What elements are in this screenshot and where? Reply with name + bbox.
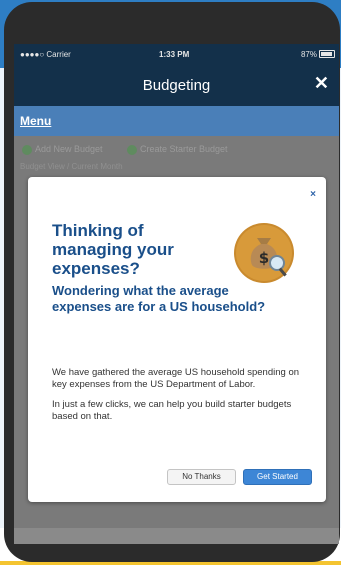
add-new-budget-button: Add New Budget: [22, 144, 103, 155]
create-starter-budget-label: Create Starter Budget: [140, 144, 228, 154]
add-new-budget-label: Add New Budget: [35, 144, 103, 154]
dialog-body: We have gathered the average US househol…: [52, 367, 312, 431]
page-title: Budgeting: [142, 77, 211, 94]
dialog-close-icon[interactable]: ×: [310, 189, 316, 200]
battery-percent: 87%: [300, 50, 317, 59]
menu-link[interactable]: Menu: [20, 114, 51, 128]
status-time: 1:33 PM: [159, 50, 190, 59]
dialog-heading: Thinking of managing your expenses?: [52, 221, 174, 278]
no-thanks-button[interactable]: No Thanks: [167, 469, 236, 485]
status-bar: ●●●●○ Carrier 1:33 PM 87%: [14, 44, 339, 64]
dialog-body-paragraph-1: We have gathered the average US househol…: [52, 367, 300, 390]
plus-icon: [22, 144, 32, 155]
close-icon[interactable]: ✕: [314, 73, 329, 94]
plus-icon: [127, 144, 137, 155]
starter-budget-dialog: × Thinking of managing your expenses? $ …: [28, 177, 326, 502]
menu-bar: Menu: [14, 106, 339, 136]
dialog-body-paragraph-2: In just a few clicks, we can help you bu…: [52, 399, 292, 422]
dialog-subheading: Wondering what the average expenses are …: [52, 283, 266, 314]
create-starter-budget-button: Create Starter Budget: [127, 144, 228, 155]
money-bag-icon: $: [234, 223, 294, 283]
nav-bar: Budgeting ✕: [14, 64, 339, 106]
carrier-label: ●●●●○ Carrier: [20, 50, 71, 59]
dimmed-footer: [14, 528, 339, 544]
phone-screen: ●●●●○ Carrier 1:33 PM 87% Budgeting ✕ Me…: [14, 44, 339, 544]
get-started-button[interactable]: Get Started: [243, 469, 312, 485]
phone-frame: ●●●●○ Carrier 1:33 PM 87% Budgeting ✕ Me…: [4, 2, 340, 562]
battery-icon: [319, 50, 335, 58]
budget-view-label: Budget View / Current Month: [20, 162, 123, 171]
svg-text:$: $: [259, 249, 269, 267]
